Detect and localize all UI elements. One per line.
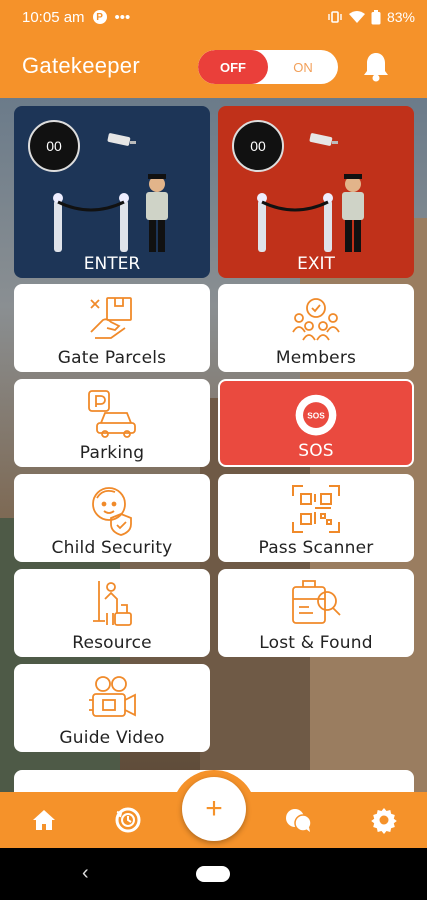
security-guard-barrier-illustration (257, 174, 364, 252)
app-title: Gatekeeper (22, 53, 140, 78)
history-icon[interactable] (114, 806, 142, 834)
tile-label: Child Security (51, 538, 173, 558)
status-bar: 10:05 am P ••• 83% (0, 0, 427, 34)
tile-label: SOS (298, 441, 334, 461)
parcel-hand-icon (90, 297, 132, 339)
tile-gate-parcels[interactable]: Gate Parcels (14, 284, 210, 372)
add-icon: + (205, 792, 223, 825)
tile-label: Lost & Found (259, 633, 373, 653)
enter-tile[interactable]: 00 ENTER (14, 106, 210, 278)
vibrate-icon (328, 11, 342, 23)
enter-counter: 00 (28, 120, 80, 172)
tile-guide-video[interactable]: Guide Video (14, 664, 210, 752)
exit-counter: 00 (232, 120, 284, 172)
tile-label: Pass Scanner (258, 538, 374, 558)
bell-icon[interactable] (362, 50, 390, 82)
status-time: 10:05 am (22, 8, 85, 26)
security-guard-barrier-illustration (53, 174, 168, 252)
dashboard: 00 ENTER 00 EXIT Gate Parcels Members Pa… (0, 98, 427, 792)
tile-resource[interactable]: Resource (14, 569, 210, 657)
battery-percent: 83% (386, 9, 415, 25)
tile-sos[interactable]: SOS SOS (218, 379, 414, 467)
tile-parking[interactable]: Parking (14, 379, 210, 467)
more-notifications-icon: ••• (114, 8, 131, 26)
app-notification-icon: P (92, 10, 107, 24)
wifi-icon (348, 11, 365, 23)
exit-tile[interactable]: 00 EXIT (218, 106, 414, 278)
exit-label: EXIT (297, 254, 335, 274)
video-camera-icon (89, 676, 136, 717)
tile-label: Members (275, 348, 357, 368)
qr-scanner-icon (292, 485, 340, 533)
lost-found-icon (292, 580, 341, 624)
child-shield-icon (92, 487, 132, 536)
battery-icon (371, 9, 381, 24)
settings-icon[interactable] (370, 806, 398, 834)
tile-child-security[interactable]: Child Security (14, 474, 210, 562)
tile-pass-scanner[interactable]: Pass Scanner (218, 474, 414, 562)
enter-label: ENTER (83, 254, 141, 274)
toggle-on-option[interactable]: ON (268, 50, 338, 84)
tile-label: Parking (79, 443, 145, 463)
tile-label: Guide Video (59, 728, 165, 748)
tile-label: Resource (72, 633, 152, 653)
app-bar: Gatekeeper OFF ON (0, 34, 427, 98)
tile-label: Gate Parcels (57, 348, 167, 368)
toggle-off-option[interactable]: OFF (198, 50, 268, 84)
cleaning-resource-icon (93, 581, 132, 626)
parking-car-icon (88, 390, 136, 438)
duty-toggle[interactable]: OFF ON (198, 50, 338, 84)
members-group-icon (292, 298, 340, 341)
add-button[interactable]: + (182, 777, 246, 841)
home-icon[interactable] (30, 806, 58, 834)
system-navigation-bar: ‹ (0, 848, 427, 900)
back-icon[interactable]: ‹ (82, 862, 89, 885)
cctv-camera-icon (107, 133, 136, 146)
cctv-camera-icon (309, 133, 338, 146)
sos-icon: SOS (295, 394, 337, 436)
chat-icon[interactable] (284, 806, 312, 834)
tile-lost-found[interactable]: Lost & Found (218, 569, 414, 657)
tile-members[interactable]: Members (218, 284, 414, 372)
svg-text:SOS: SOS (307, 410, 325, 420)
home-pill[interactable] (196, 866, 230, 882)
